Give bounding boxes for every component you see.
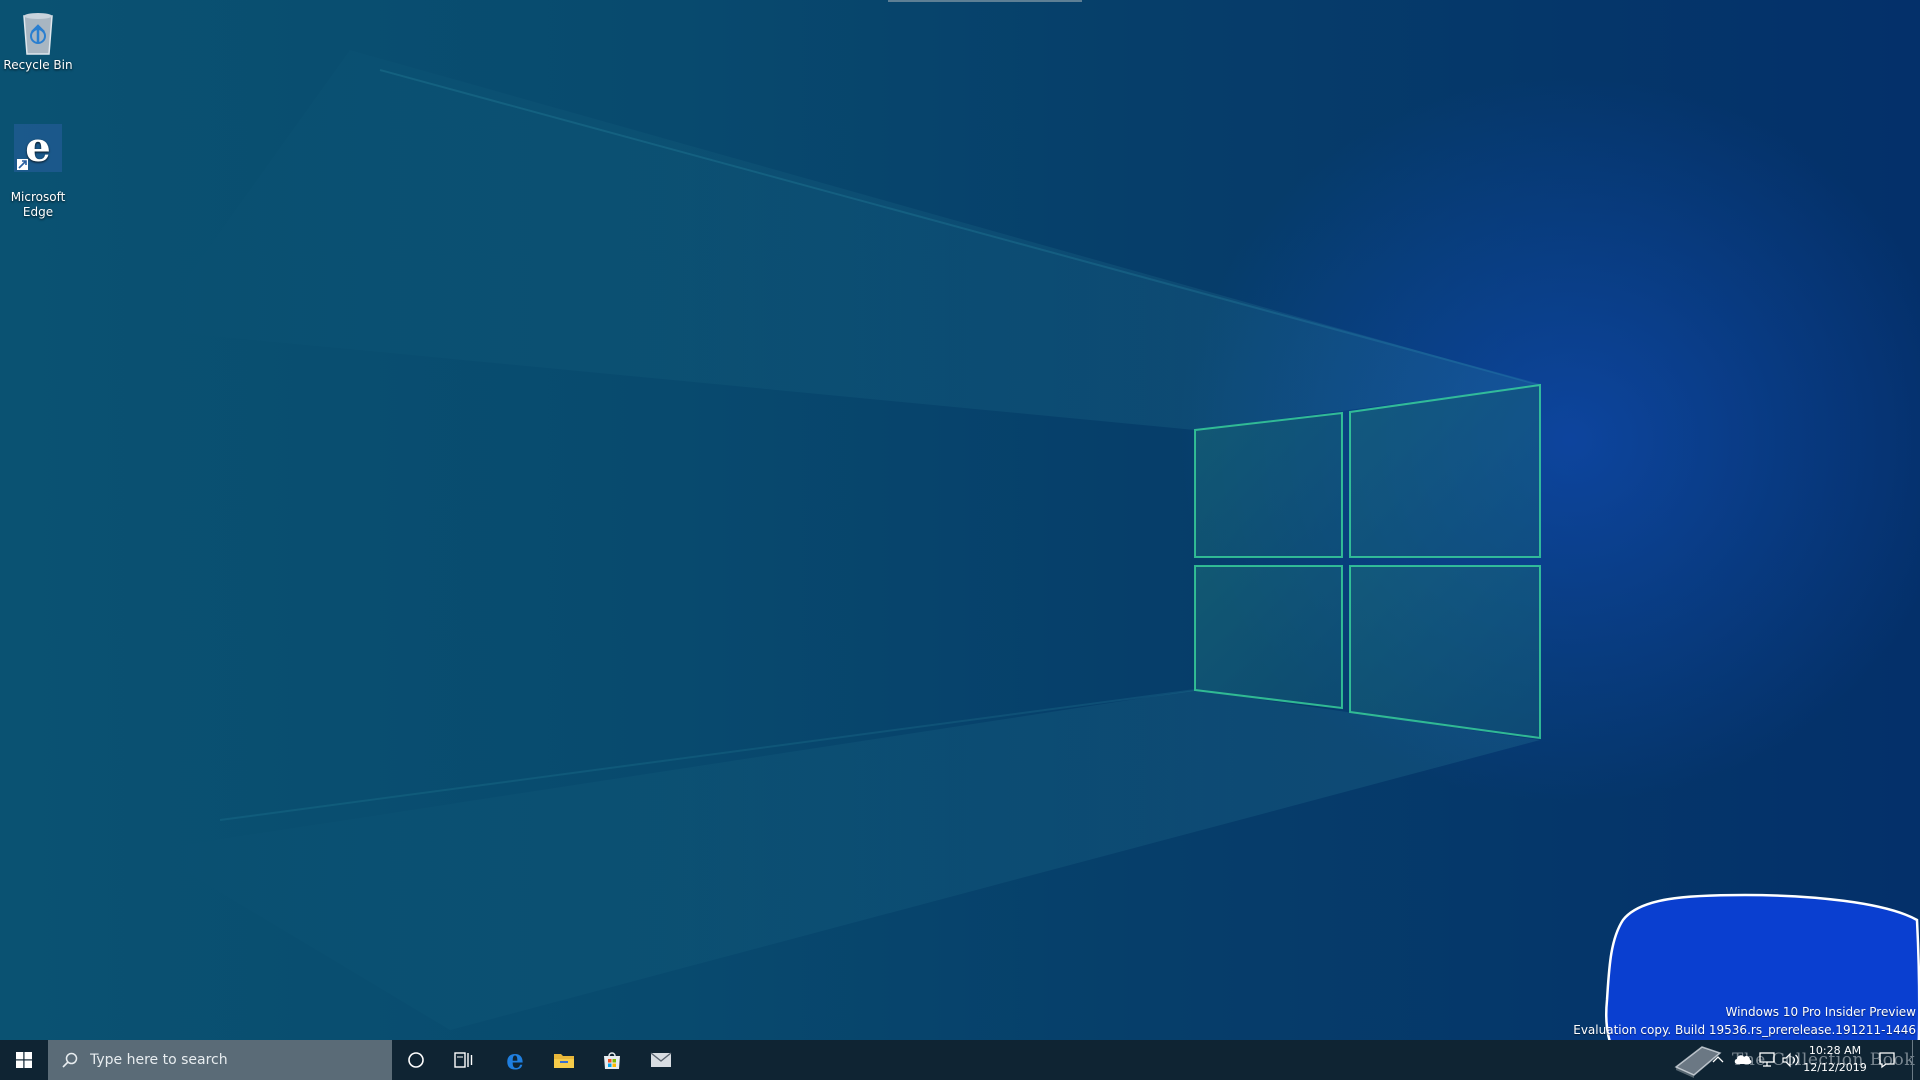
top-edge-indicator	[888, 0, 1082, 2]
svg-text:e: e	[506, 1047, 524, 1073]
search-box[interactable]	[48, 1040, 392, 1080]
recycle-bin-icon	[23, 13, 53, 55]
search-input[interactable]	[88, 1051, 372, 1069]
desktop-icon-microsoft-edge[interactable]: e Microsoft Edge	[0, 108, 76, 220]
chevron-up-icon[interactable]	[1712, 1054, 1724, 1064]
system-clock[interactable]: 10:28 AM 12/12/2019	[1790, 1042, 1880, 1076]
notification-icon[interactable]	[1878, 1051, 1896, 1069]
mail-icon	[650, 1052, 672, 1067]
onedrive-icon[interactable]	[1734, 1053, 1752, 1065]
taskbar: e	[0, 1040, 1920, 1080]
start-button[interactable]	[0, 1040, 48, 1080]
store-button[interactable]	[588, 1040, 636, 1080]
clock-date: 12/12/2019	[1803, 1061, 1867, 1074]
file-explorer-icon	[554, 1054, 574, 1068]
network-icon[interactable]	[1758, 1052, 1776, 1068]
windows-logo	[1194, 383, 1541, 740]
desktop-icon-recycle-bin[interactable]: Recycle Bin	[0, 8, 76, 73]
show-desktop-divider[interactable]	[1912, 1040, 1913, 1080]
evaluation-watermark: Windows 10 Pro Insider Preview Evaluatio…	[1573, 1003, 1916, 1039]
watermark-build: Evaluation copy. Build 19536.rs_prerelea…	[1573, 1023, 1916, 1037]
svg-text:e: e	[25, 124, 50, 171]
cortana-button[interactable]	[392, 1040, 440, 1080]
task-view-button[interactable]	[440, 1040, 488, 1080]
task-view-icon	[454, 1052, 473, 1068]
desktop-icon-label: Microsoft Edge	[10, 190, 66, 219]
store-icon	[604, 1052, 620, 1069]
file-explorer-button[interactable]	[540, 1040, 588, 1080]
cortana-icon	[408, 1052, 424, 1068]
clock-time: 10:28 AM	[1808, 1044, 1862, 1057]
edge-icon: e	[14, 124, 62, 172]
start-icon	[16, 1052, 32, 1068]
edge-icon: e	[506, 1047, 524, 1073]
taskbar-edge-button[interactable]: e	[491, 1040, 539, 1080]
watermark-edition: Windows 10 Pro Insider Preview	[1725, 1005, 1916, 1019]
desktop: Recycle Bin e Microsoft Edge Windows 10 …	[0, 0, 1920, 1080]
search-icon	[62, 1052, 78, 1068]
mail-button[interactable]	[637, 1040, 685, 1080]
desktop-icon-label: Recycle Bin	[3, 58, 73, 72]
